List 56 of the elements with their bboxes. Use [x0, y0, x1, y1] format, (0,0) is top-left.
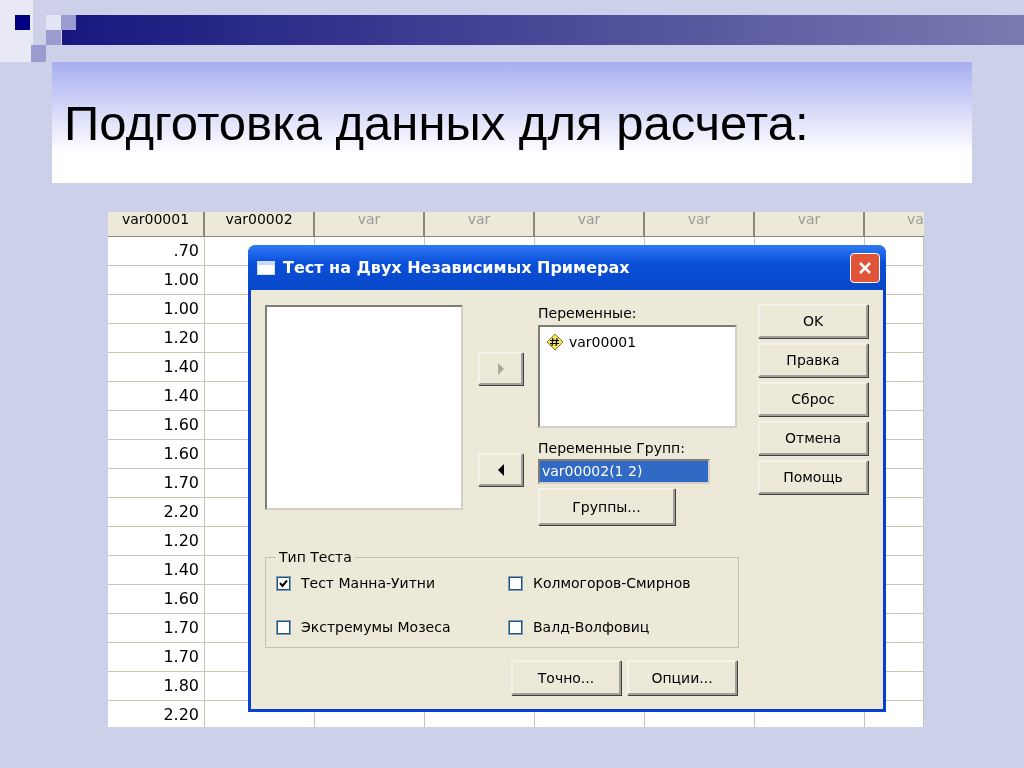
dialog-button[interactable]: Отмена: [758, 421, 868, 455]
checkbox-label[interactable]: Экстремумы Мозеса: [301, 619, 451, 635]
table-cell: 1.60: [108, 440, 205, 468]
dialog-button[interactable]: Опции...: [627, 660, 737, 695]
table-cell: 1.70: [108, 469, 205, 497]
column-header: var00002: [205, 212, 315, 236]
field-label: Переменные Групп:: [538, 440, 686, 456]
table-cell: .70: [108, 237, 205, 265]
table-cell: 1.80: [108, 672, 205, 700]
table-cell: 1.00: [108, 295, 205, 323]
table-cell: 1.70: [108, 643, 205, 671]
column-header: var00001: [108, 212, 205, 236]
checkbox[interactable]: [276, 575, 291, 591]
table-cell: 1.20: [108, 527, 205, 555]
list-item[interactable]: var00001: [569, 334, 637, 350]
table-cell: 1.20: [108, 324, 205, 352]
checkbox[interactable]: [508, 619, 523, 635]
table-cell: 2.20: [108, 498, 205, 526]
table-cell: 1.60: [108, 585, 205, 613]
column-header: var: [755, 212, 865, 236]
table-cell: 1.70: [108, 614, 205, 642]
dialog-button[interactable]: Помощь: [758, 460, 868, 494]
window-icon: [257, 260, 275, 275]
arrow-right-icon: [496, 362, 505, 375]
dialog-button[interactable]: Точно...: [511, 660, 621, 695]
checkbox-label[interactable]: Колмогоров-Смирнов: [533, 575, 691, 591]
checkbox-label[interactable]: Валд-Волфовиц: [533, 619, 650, 635]
close-icon: [858, 260, 872, 275]
column-header: va: [906, 212, 924, 229]
checkbox[interactable]: [508, 575, 523, 591]
column-header: var: [535, 212, 645, 236]
dialog-button[interactable]: OK: [758, 304, 868, 338]
table-cell: 1.60: [108, 411, 205, 439]
checkbox-label[interactable]: Тест Манна-Уитни: [301, 575, 436, 591]
checkbox[interactable]: [276, 619, 291, 635]
variable-list[interactable]: var00001: [538, 325, 737, 428]
close-button[interactable]: [850, 252, 880, 283]
table-cell: 2.20: [108, 701, 205, 727]
groups-button[interactable]: Группы...: [538, 488, 675, 525]
column-header: var: [425, 212, 535, 236]
group-label: Тип Теста: [278, 549, 353, 565]
numeric-variable-icon: [546, 333, 564, 351]
table-cell: 1.00: [108, 266, 205, 294]
dialog-button[interactable]: Правка: [758, 343, 868, 377]
window-title: Тест на Двух Независимых Примерах: [283, 258, 631, 277]
column-header: var: [315, 212, 425, 236]
column-header: var: [645, 212, 755, 236]
field-label: Переменные:: [538, 305, 638, 321]
table-cell: 1.40: [108, 353, 205, 381]
arrow-left-icon: [496, 463, 505, 476]
dialog-button[interactable]: Сброс: [758, 382, 868, 416]
grouping-field[interactable]: var00002(1 2): [538, 459, 710, 484]
slide-title: Подготовка данных для расчета:: [64, 94, 809, 151]
table-cell: 1.40: [108, 556, 205, 584]
move-left-button[interactable]: [478, 453, 523, 486]
table-cell: 1.40: [108, 382, 205, 410]
